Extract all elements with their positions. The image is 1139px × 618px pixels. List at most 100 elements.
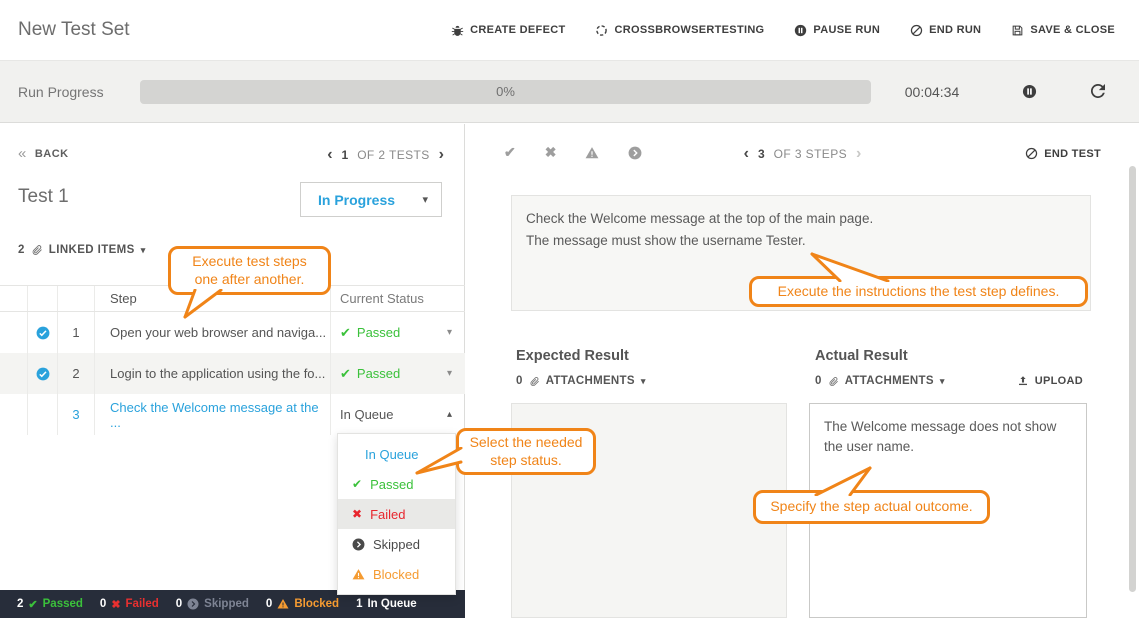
status-option-blocked[interactable]: Blocked bbox=[338, 559, 455, 589]
actual-attachments-count: 0 bbox=[815, 375, 822, 387]
check-icon: ✔ bbox=[28, 598, 37, 611]
step-pager-current: 3 bbox=[758, 147, 765, 161]
caret-up-icon: ▴ bbox=[447, 409, 452, 420]
caret-down-icon: ▾ bbox=[940, 376, 945, 387]
step-status-value: Passed bbox=[357, 366, 400, 381]
upload-icon bbox=[1017, 375, 1029, 387]
status-option-failed[interactable]: ✖ Failed bbox=[338, 499, 455, 529]
pause-run-button[interactable]: PAUSE RUN bbox=[794, 24, 880, 37]
quick-skip-button[interactable] bbox=[628, 146, 642, 160]
expected-result-title: Expected Result bbox=[516, 348, 629, 364]
summary-skipped: 0 Skipped bbox=[176, 598, 249, 610]
test-pager-total: OF 2 TESTS bbox=[357, 148, 429, 162]
step-row-2[interactable]: 2 Login to the application using the fo.… bbox=[0, 353, 465, 394]
test-pager: ‹ 1 OF 2 TESTS › bbox=[327, 148, 444, 162]
step-number: 2 bbox=[58, 353, 95, 394]
step-pager-total: OF 3 STEPS bbox=[774, 147, 847, 161]
linked-items-toggle[interactable]: 2 LINKED ITEMS ▾ bbox=[18, 244, 146, 256]
refresh-button[interactable] bbox=[1091, 84, 1105, 98]
check-icon: ✔ bbox=[340, 325, 351, 341]
header: New Test Set CREATE DEFECT CROSSBROWSERT… bbox=[0, 0, 1139, 61]
pause-circle-icon bbox=[1022, 84, 1037, 99]
skip-circle-icon bbox=[187, 598, 199, 610]
run-progress-label: Run Progress bbox=[18, 84, 104, 100]
step-text: Check the Welcome message at the ... bbox=[95, 394, 331, 435]
upload-button[interactable]: UPLOAD bbox=[1017, 375, 1083, 387]
step-status-dropdown-trigger[interactable]: ✔ Passed ▾ bbox=[330, 312, 465, 353]
step-status-dropdown-trigger[interactable]: ✔ Passed ▾ bbox=[330, 353, 465, 394]
quick-block-button[interactable] bbox=[585, 146, 599, 160]
warning-triangle-icon bbox=[352, 568, 365, 581]
status-column-header: Current Status bbox=[330, 286, 465, 311]
warning-triangle-icon bbox=[277, 598, 289, 610]
summary-in-queue: 1 In Queue bbox=[356, 598, 417, 610]
expected-attachments-label: ATTACHMENTS bbox=[546, 375, 635, 387]
chevron-right-icon: › bbox=[856, 148, 861, 160]
step-row-1[interactable]: 1 Open your web browser and naviga... ✔ … bbox=[0, 312, 465, 353]
step-description-line: The message must show the username Teste… bbox=[526, 230, 1076, 252]
x-icon: ✖ bbox=[111, 598, 120, 611]
browsers-refresh-icon bbox=[595, 24, 608, 37]
next-test-button[interactable]: › bbox=[439, 149, 444, 161]
run-progress-section: Run Progress 0% 00:04:34 bbox=[0, 61, 1139, 123]
prev-step-button[interactable]: ‹ bbox=[744, 148, 749, 160]
paperclip-icon bbox=[529, 376, 540, 387]
step-number: 3 bbox=[58, 394, 95, 435]
pause-run-label: PAUSE RUN bbox=[813, 24, 880, 36]
caret-down-icon: ▾ bbox=[422, 193, 428, 206]
caret-down-icon: ▾ bbox=[447, 368, 452, 379]
step-row-3[interactable]: 3 Check the Welcome message at the ... I… bbox=[0, 394, 465, 435]
linked-items-count: 2 bbox=[18, 244, 25, 256]
callout-tail bbox=[812, 466, 874, 496]
chevron-right-icon: › bbox=[439, 149, 444, 161]
skip-circle-icon bbox=[352, 538, 365, 551]
toolbar: CREATE DEFECT CROSSBROWSERTESTING PAUSE … bbox=[451, 24, 1115, 37]
actual-result-text: The Welcome message does not show the us… bbox=[824, 419, 1056, 454]
summary-blocked: 0 Blocked bbox=[266, 598, 339, 610]
save-close-button[interactable]: SAVE & CLOSE bbox=[1011, 24, 1115, 37]
chevron-left-icon: ‹ bbox=[327, 149, 332, 161]
end-test-label: END TEST bbox=[1044, 148, 1101, 160]
callout-select-status: Select the needed step status. bbox=[456, 428, 596, 475]
callout-specify-outcome: Specify the step actual outcome. bbox=[753, 490, 990, 524]
create-defect-button[interactable]: CREATE DEFECT bbox=[451, 24, 565, 37]
chevron-left-icon: ‹ bbox=[744, 148, 749, 160]
callout-execute-instructions: Execute the instructions the test step d… bbox=[749, 276, 1088, 307]
end-circle-icon bbox=[1025, 147, 1038, 160]
summary-passed: 2 ✔ Passed bbox=[17, 598, 83, 611]
back-chevrons-icon: « bbox=[18, 149, 27, 159]
test-status-select[interactable]: In Progress ▾ bbox=[300, 182, 442, 217]
test-status-value: In Progress bbox=[318, 192, 395, 208]
pause-timer-button[interactable] bbox=[1022, 84, 1037, 99]
test-title: Test 1 bbox=[18, 186, 69, 208]
quick-fail-button[interactable]: ✖ bbox=[545, 144, 557, 161]
step-status-dropdown-trigger[interactable]: In Queue ▴ bbox=[330, 394, 465, 435]
end-run-label: END RUN bbox=[929, 24, 981, 36]
quick-pass-button[interactable]: ✔ bbox=[504, 144, 516, 161]
expected-attachments-toggle[interactable]: 0 ATTACHMENTS ▾ bbox=[516, 375, 646, 387]
step-status-value: Passed bbox=[357, 325, 400, 340]
crossbrowsertesting-button[interactable]: CROSSBROWSERTESTING bbox=[595, 24, 764, 37]
skip-circle-icon bbox=[628, 146, 642, 160]
actual-attachments-toggle[interactable]: 0 ATTACHMENTS ▾ bbox=[815, 375, 945, 387]
save-close-label: SAVE & CLOSE bbox=[1030, 24, 1115, 36]
summary-failed: 0 ✖ Failed bbox=[100, 598, 159, 611]
next-step-button[interactable]: › bbox=[856, 148, 861, 160]
warning-triangle-icon bbox=[585, 146, 599, 160]
test-pager-current: 1 bbox=[342, 148, 349, 162]
step-pager: ‹ 3 OF 3 STEPS › bbox=[744, 147, 862, 161]
end-run-button[interactable]: END RUN bbox=[910, 24, 981, 37]
run-timer: 00:04:34 bbox=[893, 84, 971, 100]
back-button[interactable]: « BACK bbox=[18, 148, 69, 160]
x-icon: ✖ bbox=[545, 144, 557, 161]
step-panel: ✔ ✖ ‹ 3 OF 3 STEPS › END TEST Check the … bbox=[466, 124, 1139, 618]
refresh-icon bbox=[1091, 84, 1105, 98]
callout-execute-steps: Execute test steps one after another. bbox=[168, 246, 331, 295]
check-icon: ✔ bbox=[340, 366, 351, 382]
paperclip-icon bbox=[31, 244, 43, 256]
vertical-scrollbar-thumb[interactable] bbox=[1129, 166, 1136, 592]
prev-test-button[interactable]: ‹ bbox=[327, 149, 332, 161]
end-test-button[interactable]: END TEST bbox=[1025, 147, 1101, 160]
status-option-skipped[interactable]: Skipped bbox=[338, 529, 455, 559]
linked-items-label: LINKED ITEMS bbox=[49, 244, 135, 256]
